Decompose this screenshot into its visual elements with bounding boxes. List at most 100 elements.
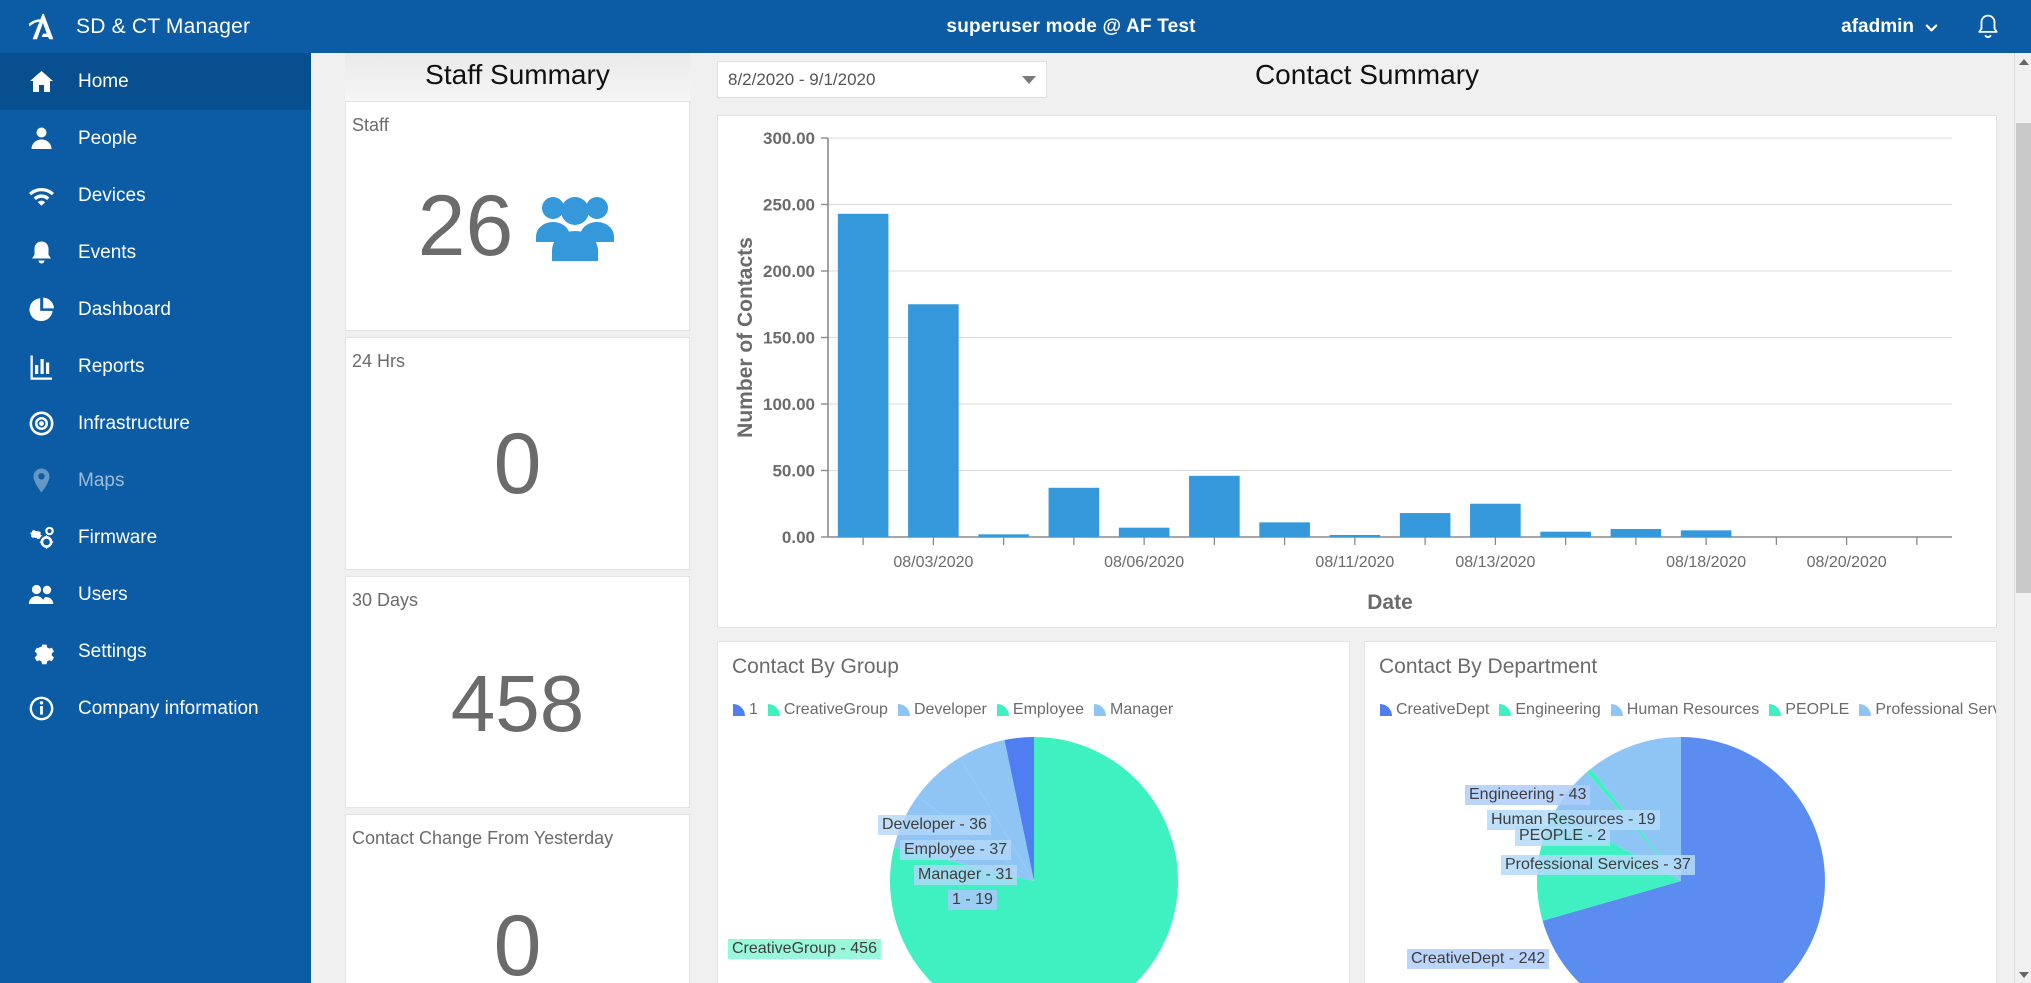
contact-by-group-data-label: Employee - 37 — [900, 840, 1012, 860]
sidebar-item-users[interactable]: Users — [0, 566, 311, 623]
svg-text:08/06/2020: 08/06/2020 — [1104, 554, 1184, 571]
svg-text:0.00: 0.00 — [782, 528, 815, 547]
sidebar-item-label: Company information — [78, 697, 259, 719]
card-staff-label: Staff — [352, 115, 389, 135]
person-icon — [26, 124, 56, 154]
sidebar-item-label: People — [78, 127, 138, 149]
sidebar-item-events[interactable]: Events — [0, 224, 311, 281]
notification-bell-button[interactable] — [1965, 4, 2011, 50]
sidebar-item-label: Infrastructure — [78, 412, 190, 434]
sidebar-item-label: Events — [78, 241, 137, 263]
contact-by-group-panel: Contact By Group 1 CreativeGroup Developer… — [717, 641, 1350, 983]
legend-swatch-icon — [1858, 703, 1872, 717]
card-contact-change: Contact Change From Yesterday 0 — [345, 814, 690, 983]
staff-summary-title: Staff Summary — [345, 53, 690, 101]
legend-swatch-icon — [767, 703, 781, 717]
date-range-select[interactable]: 8/2/2020 - 9/1/2020 — [717, 61, 1047, 98]
contact-by-group-pie: CreativeGroup - 456 Developer - 36 Employe… — [718, 719, 1349, 983]
gear-icon — [26, 637, 56, 667]
contact-by-group-data-label: 1 - 19 — [948, 890, 997, 910]
sidebar-item-label: Firmware — [78, 526, 158, 548]
legend-label: Manager — [1110, 701, 1174, 718]
legend-label: Developer — [913, 701, 987, 718]
card-24hrs: 24 Hrs 0 — [345, 337, 690, 570]
sidebar-item-reports[interactable]: Reports — [0, 338, 311, 395]
target-antenna-icon — [26, 409, 56, 439]
scroll-thumb[interactable] — [2016, 123, 2031, 593]
pie-charts-row: Contact By Group 1 CreativeGroup Developer… — [717, 641, 1997, 983]
contact-by-department-data-label: Professional Services - 37 — [1501, 855, 1695, 875]
sidebar-item-settings[interactable]: Settings — [0, 623, 311, 680]
legend-label: 1 — [749, 701, 758, 718]
contact-by-department-legend-item[interactable]: Engineering — [1498, 701, 1601, 719]
scroll-up-arrow[interactable] — [2015, 53, 2031, 70]
sidebar-item-dashboard[interactable]: Dashboard — [0, 281, 311, 338]
swoosh-a-logo-icon — [26, 10, 60, 44]
bell-icon — [26, 238, 56, 268]
mode-banner: superuser mode @ AF Test — [311, 16, 1831, 38]
legend-swatch-icon — [897, 703, 911, 717]
user-menu[interactable]: afadmin — [1831, 8, 1965, 46]
card-24hrs-label: 24 Hrs — [352, 351, 406, 371]
contact-summary-title: Contact Summary — [1254, 59, 1480, 90]
sidebar-item-infrastructure[interactable]: Infrastructure — [0, 395, 311, 452]
card-staff-value: 26 — [417, 177, 514, 274]
contact-by-group-legend-item[interactable]: Developer — [897, 701, 987, 719]
svg-text:300.00: 300.00 — [763, 129, 815, 148]
users-group-icon — [26, 580, 56, 610]
wifi-icon — [26, 181, 56, 211]
pie-chart-icon — [26, 295, 56, 325]
contact-by-group-legend-item[interactable]: Employee — [996, 701, 1084, 719]
svg-text:50.00: 50.00 — [772, 462, 815, 481]
sidebar-item-firmware[interactable]: Firmware — [0, 509, 311, 566]
card-staff: Staff 26 — [345, 101, 690, 331]
contact-by-department-data-label: CreativeDept - 242 — [1407, 949, 1550, 969]
svg-text:08/13/2020: 08/13/2020 — [1455, 554, 1535, 571]
superuser-mode-text: superuser mode @ AF Test — [946, 15, 1196, 37]
contact-by-group-legend-item[interactable]: Manager — [1093, 701, 1173, 719]
scroll-down-arrow[interactable] — [2015, 966, 2031, 983]
contact-by-group-data-label: CreativeGroup - 456 — [728, 939, 881, 959]
sidebar-item-people[interactable]: People — [0, 110, 311, 167]
sidebar-item-label: Reports — [78, 355, 145, 377]
bar-chart-icon — [26, 352, 56, 382]
contact-by-department-data-label: PEOPLE - 2 — [1515, 826, 1611, 846]
contact-by-group-title: Contact By Group — [732, 655, 899, 678]
brand: SD & CT Manager — [0, 10, 311, 44]
legend-label: PEOPLE — [1785, 701, 1850, 718]
page-scrollbar[interactable] — [2014, 53, 2031, 983]
svg-text:08/20/2020: 08/20/2020 — [1807, 554, 1887, 571]
legend-label: CreativeGroup — [783, 701, 888, 718]
contact-by-department-legend-item[interactable]: Human Resources — [1610, 701, 1759, 719]
sidebar-item-company-information[interactable]: Company information — [0, 680, 311, 737]
contacts-bar-chart: 0.00 50.00 100.00 150.00 200.00 250.00 300.00 0… — [734, 129, 1952, 614]
sidebar-item-devices[interactable]: Devices — [0, 167, 311, 224]
contact-by-department-legend-item[interactable]: CreativeDept — [1379, 701, 1489, 719]
main-content: Staff Summary Staff 26 24 Hrs 0 30 Days … — [311, 53, 2031, 983]
card-24hrs-value: 0 — [493, 416, 542, 513]
sidebar-item-label: Dashboard — [78, 298, 171, 320]
contact-by-department-legend-item[interactable]: Professional Services — [1858, 701, 1996, 719]
sidebar-item-maps: Maps — [0, 452, 311, 509]
sidebar-item-home[interactable]: Home — [0, 53, 311, 110]
sidebar-item-label: Home — [78, 70, 129, 92]
info-circle-icon — [26, 694, 56, 724]
svg-text:250.00: 250.00 — [763, 196, 815, 215]
contact-by-department-legend-item[interactable]: PEOPLE — [1768, 701, 1849, 719]
contact-by-department-panel: Contact By Department CreativeDept Engine… — [1364, 641, 1997, 983]
sidebar-nav: Home People Devices Events Dashboard Reports I… — [0, 53, 311, 983]
legend-swatch-icon — [1610, 703, 1624, 717]
svg-text:200.00: 200.00 — [763, 262, 815, 281]
contact-by-group-legend-item[interactable]: 1 — [732, 701, 758, 719]
chevron-down-icon — [1924, 19, 1939, 34]
map-pin-icon — [26, 466, 56, 496]
card-30days: 30 Days 458 — [345, 576, 690, 808]
contact-by-group-legend: 1 CreativeGroup Developer Employee Manager — [718, 679, 1349, 719]
legend-swatch-icon — [1093, 703, 1107, 717]
contact-by-group-legend-item[interactable]: CreativeGroup — [767, 701, 888, 719]
top-bar-right: afadmin — [1831, 4, 2031, 50]
legend-label: CreativeDept — [1396, 701, 1490, 718]
gears-icon — [26, 523, 56, 553]
svg-text:Date: Date — [1367, 591, 1413, 614]
legend-swatch-icon — [1498, 703, 1512, 717]
